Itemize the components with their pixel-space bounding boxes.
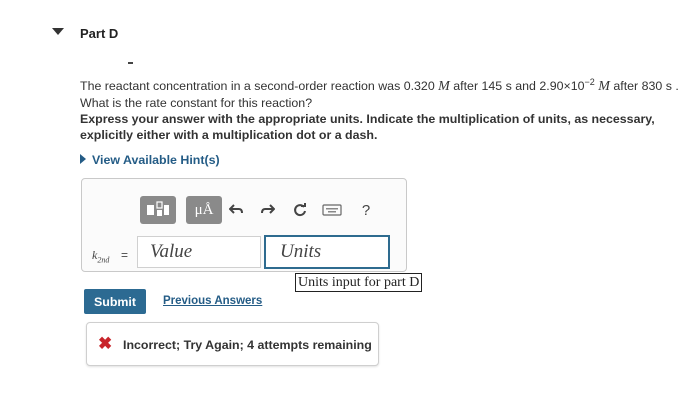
keyboard-button[interactable] xyxy=(320,200,344,220)
units-input[interactable]: Units xyxy=(264,235,390,269)
redo-button[interactable] xyxy=(258,200,278,220)
expand-triangle-icon xyxy=(80,154,86,164)
undo-icon xyxy=(229,204,243,214)
undo-button[interactable] xyxy=(226,200,246,220)
value-input[interactable]: Value xyxy=(137,236,261,268)
redo-icon xyxy=(261,204,275,214)
reset-button[interactable] xyxy=(290,200,310,220)
molarity-unit-2: M xyxy=(598,79,610,95)
variable-subscript: 2nd xyxy=(97,255,110,265)
submit-button[interactable]: Submit xyxy=(84,289,146,314)
answer-instruction: Express your answer with the appropriate… xyxy=(80,112,655,142)
exponent: −2 xyxy=(584,77,595,87)
help-button[interactable]: ? xyxy=(356,200,376,220)
mu-angstrom-label: μÅ xyxy=(194,201,214,218)
previous-answers-link[interactable]: Previous Answers xyxy=(163,295,262,307)
part-title: Part D xyxy=(80,26,119,41)
question-part-1: The reactant concentration in a second-o… xyxy=(80,79,439,94)
feedback-message: Incorrect; Try Again; 4 attempts remaini… xyxy=(123,338,372,352)
help-icon: ? xyxy=(361,201,371,219)
templates-icon xyxy=(147,201,169,216)
question-part-2: after 145 s and 2.90×10 xyxy=(449,79,585,94)
incorrect-icon: ✖ xyxy=(98,334,113,353)
view-hints-link[interactable]: View Available Hint(s) xyxy=(80,153,220,167)
reset-icon xyxy=(294,203,306,217)
equals-sign: = xyxy=(121,248,129,262)
units-tooltip: Units input for part D xyxy=(295,273,423,292)
question-text: The reactant concentration in a second-o… xyxy=(80,74,700,111)
collapse-caret-icon[interactable] xyxy=(52,28,64,35)
feedback-box: ✖ Incorrect; Try Again; 4 attempts remai… xyxy=(86,322,379,366)
symbols-button[interactable]: μÅ xyxy=(186,196,222,224)
keyboard-icon xyxy=(322,204,342,216)
molarity-unit: M xyxy=(438,79,450,95)
templates-button[interactable] xyxy=(140,196,176,224)
variable-label: k2nd xyxy=(92,248,109,264)
hint-label: View Available Hint(s) xyxy=(92,153,220,167)
divider-mark xyxy=(128,62,133,64)
